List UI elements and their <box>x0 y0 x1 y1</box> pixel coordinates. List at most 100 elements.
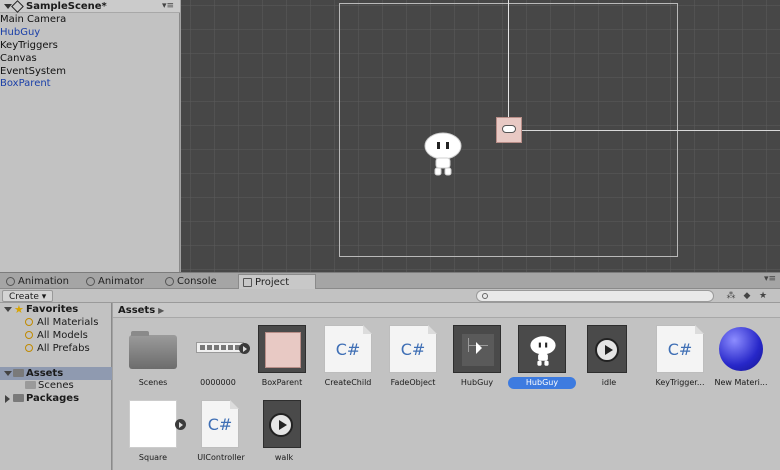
animation-icon <box>6 277 15 286</box>
assets-label: Assets <box>26 368 64 379</box>
cloud-icon <box>502 125 516 133</box>
csharp-script-icon: C# <box>324 325 372 373</box>
folder-icon <box>13 369 24 377</box>
asset-label: Scenes <box>138 378 168 387</box>
project-toolbar: Create ▾ ⁂ ◆ ★ <box>0 289 780 303</box>
animation-clip-icon <box>587 325 627 373</box>
tab-project[interactable]: Project <box>238 274 316 289</box>
asset-label: 0000000 <box>200 378 236 387</box>
search-input[interactable] <box>476 290 714 302</box>
scene-menu-icon[interactable]: ▾≡ <box>162 0 174 13</box>
gizmo-horizontal-line <box>508 130 780 131</box>
play-icon[interactable] <box>175 419 186 430</box>
csharp-script-icon: C# <box>389 325 437 373</box>
asset-square[interactable]: Square <box>121 400 186 470</box>
create-dropdown-button[interactable]: Create ▾ <box>2 290 54 302</box>
hierarchy-item-hubguy[interactable]: HubGuy <box>0 26 40 39</box>
favorite-all-prefabs[interactable]: All Prefabs <box>25 342 90 355</box>
cursor-icon <box>462 334 494 366</box>
scene-header[interactable]: SampleScene* ▾≡ <box>0 0 180 13</box>
asset-hubguy-screen[interactable]: HubGuy <box>445 325 509 399</box>
hierarchy-panel: SampleScene* ▾≡ Main Camera HubGuy KeyTr… <box>0 0 180 272</box>
hierarchy-item-main-camera[interactable]: Main Camera <box>0 13 66 26</box>
scene-view[interactable] <box>181 0 780 272</box>
asset-0000000[interactable]: 0000000 <box>186 325 250 399</box>
create-label: Create <box>9 292 39 302</box>
asset-hubguy-sprite[interactable]: HubGuy <box>508 325 576 399</box>
asset-new-material[interactable]: New Materi... <box>709 325 773 399</box>
folder-icon <box>13 394 24 402</box>
asset-label: walk <box>274 453 294 462</box>
favorite-label: All Prefabs <box>37 343 90 354</box>
material-sphere-icon <box>717 325 765 373</box>
asset-scenes[interactable]: Scenes <box>121 325 185 399</box>
animator-icon <box>86 277 95 286</box>
asset-idle[interactable]: idle <box>583 325 647 399</box>
unity-scene-icon <box>11 0 24 13</box>
animation-clip-icon <box>263 400 301 448</box>
asset-label: HubGuy <box>460 378 494 387</box>
asset-createchild[interactable]: C# CreateChild <box>316 325 380 399</box>
packages-folder[interactable]: Packages <box>4 392 80 405</box>
csharp-script-icon: C# <box>201 400 239 448</box>
console-icon <box>165 277 174 286</box>
chevron-right-icon: ▶ <box>158 306 165 315</box>
hierarchy-item-canvas[interactable]: Canvas <box>0 52 37 65</box>
favorite-all-models[interactable]: All Models <box>25 329 88 342</box>
asset-label: idle <box>601 378 617 387</box>
folder-icon <box>25 381 36 389</box>
asset-label: Square <box>138 453 168 462</box>
sprite-thumbnail <box>518 325 566 373</box>
hubguy-sprite[interactable] <box>423 130 463 178</box>
tab-console[interactable]: Console <box>161 274 217 289</box>
bottom-tab-bar: Animation Animator Console Project ▾≡ <box>0 272 780 289</box>
breadcrumb[interactable]: Assets ▶ <box>113 303 780 318</box>
search-icon <box>482 293 488 299</box>
box-icon <box>265 332 301 368</box>
asset-label: CreateChild <box>324 378 372 387</box>
folder-label: Scenes <box>38 380 74 391</box>
asset-label: HubGuy <box>508 377 576 389</box>
animation-icon <box>194 325 250 373</box>
star-icon: ★ <box>14 303 24 316</box>
csharp-script-icon: C# <box>656 325 704 373</box>
filter-by-label-icon[interactable]: ◆ <box>742 291 752 301</box>
scene-name: SampleScene* <box>26 1 107 12</box>
screen-icon <box>453 325 501 373</box>
tab-animation[interactable]: Animation <box>2 274 69 289</box>
tab-label: Console <box>177 276 217 287</box>
asset-fadeobject[interactable]: C# FadeObject <box>381 325 445 399</box>
hierarchy-item-boxparent[interactable]: BoxParent <box>0 77 51 90</box>
project-sidebar: ★ Favorites All Materials All Models All… <box>0 303 112 470</box>
asset-label: KeyTrigger... <box>655 378 705 387</box>
favorite-label: All Materials <box>37 317 99 328</box>
tab-animator[interactable]: Animator <box>82 274 144 289</box>
scenes-folder[interactable]: Scenes <box>25 379 74 392</box>
asset-label: UIController <box>197 453 245 462</box>
folder-icon <box>129 331 177 369</box>
favorite-all-materials[interactable]: All Materials <box>25 316 99 329</box>
boxparent-sprite[interactable] <box>496 117 522 143</box>
asset-boxparent[interactable]: BoxParent <box>250 325 314 399</box>
search-filter-icon <box>25 331 33 339</box>
search-filter-icon <box>25 318 33 326</box>
square-sprite-icon <box>129 400 186 448</box>
prefab-thumbnail <box>258 325 306 373</box>
hierarchy-item-keytriggers[interactable]: KeyTriggers <box>0 39 58 52</box>
tab-menu-icon[interactable]: ▾≡ <box>764 274 776 284</box>
asset-keytriggers[interactable]: C# KeyTrigger... <box>648 325 712 399</box>
asset-label: FadeObject <box>390 378 436 387</box>
breadcrumb-label: Assets <box>118 305 156 316</box>
hubguy-icon <box>530 336 556 366</box>
play-icon[interactable] <box>239 343 250 354</box>
search-filter-icon <box>25 344 33 352</box>
filter-by-type-icon[interactable]: ⁂ <box>726 291 736 301</box>
packages-label: Packages <box>26 393 80 404</box>
tab-label: Animator <box>98 276 144 287</box>
favorites-label: Favorites <box>26 304 79 315</box>
tab-label: Animation <box>18 276 69 287</box>
favorite-star-icon[interactable]: ★ <box>758 291 768 301</box>
project-asset-grid: Assets ▶ Scenes 0000000 BoxParent C# Crea… <box>113 303 780 470</box>
favorites-header[interactable]: ★ Favorites <box>3 303 79 316</box>
asset-walk[interactable]: walk <box>257 400 321 470</box>
